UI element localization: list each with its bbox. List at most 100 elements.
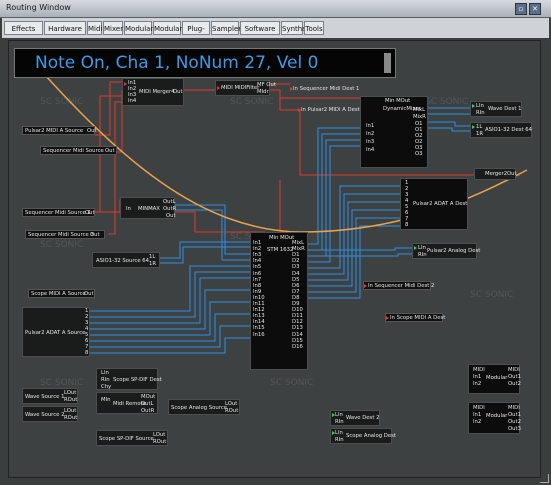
- port-lin[interactable]: LIn: [335, 412, 343, 418]
- asio-dest-64[interactable]: 1L 1R ASIO1-32 Dest 64: [470, 122, 532, 138]
- pulsar2-adat-a-source[interactable]: Pulsar2 ADAT A Source 1 2 3 4 5 6 7 8: [22, 307, 90, 357]
- port-lin[interactable]: LIn: [101, 370, 109, 376]
- stm-port-in12[interactable]: In12: [253, 307, 265, 313]
- port-midr[interactable]: MIdr: [257, 89, 269, 95]
- stm-port-d6[interactable]: D6: [292, 283, 299, 289]
- sequencer-midi-source-3[interactable]: Sequencer Midi Source 3 Out: [25, 230, 105, 239]
- modular-1[interactable]: MIDI In1 In2 Modular MIDI Out1 Out2: [468, 364, 521, 394]
- audio-cable[interactable]: [90, 265, 250, 312]
- midi-cable[interactable]: [279, 180, 292, 233]
- port-out[interactable]: Out: [507, 171, 517, 177]
- scope-spdif-source[interactable]: Scope SP-DIF Source LOut ROut: [96, 430, 168, 446]
- port-1r[interactable]: 1R: [149, 261, 156, 267]
- asio-source-64[interactable]: ASIO1-32 Source 64 1L 1R: [92, 252, 160, 268]
- stm-port-in16[interactable]: In16: [253, 332, 265, 338]
- stm-port-mixl[interactable]: MixL: [292, 240, 304, 246]
- port-rin[interactable]: RIn: [101, 377, 110, 383]
- port-1r[interactable]: 1R: [476, 131, 483, 137]
- stm-port-in7[interactable]: In7: [253, 277, 261, 283]
- stm-port-d1[interactable]: D1: [292, 252, 299, 258]
- port-out2[interactable]: Out2: [508, 419, 521, 425]
- port-rin[interactable]: RIn: [335, 419, 344, 425]
- port-rout[interactable]: ROut: [64, 397, 77, 403]
- stm-port-d4[interactable]: D4: [292, 271, 299, 277]
- wave-dest-1[interactable]: LIn RIn Wave Dest 1: [470, 101, 522, 117]
- port-rout[interactable]: ROut: [225, 408, 238, 414]
- port-8[interactable]: 8: [405, 222, 408, 228]
- scope-midi-a-source[interactable]: Scope MIDI A Source Out: [28, 289, 95, 298]
- sequencer-midi-dest-1[interactable]: In Sequencer Midi Dest 1: [290, 85, 359, 94]
- merger2[interactable]: Merger2 Out: [474, 168, 517, 180]
- port-rin[interactable]: RIn: [335, 437, 344, 443]
- port-1l[interactable]: 1L: [476, 124, 482, 130]
- audio-cable[interactable]: [160, 241, 250, 259]
- port-midi-out[interactable]: MIDI: [508, 367, 520, 373]
- stm-port-mixr[interactable]: MixR: [292, 246, 305, 252]
- stm-port-in10[interactable]: In10: [253, 295, 265, 301]
- port-out[interactable]: Out: [90, 232, 100, 238]
- port-mixr[interactable]: MixR: [413, 114, 426, 120]
- midi-remote[interactable]: MIn Midi Remote MOut OutL OutR: [96, 392, 158, 414]
- minmax[interactable]: In MINMAX OutL OutR Out: [120, 197, 176, 219]
- port-rin[interactable]: RIn: [476, 110, 485, 116]
- port-rout[interactable]: ROut: [153, 439, 166, 445]
- port-lin[interactable]: LIn: [335, 430, 343, 436]
- audio-cable[interactable]: [90, 271, 250, 318]
- port-out[interactable]: Out: [85, 210, 95, 216]
- wave-source-1[interactable]: Wave Source 1 LOut ROut: [22, 388, 78, 404]
- port-in2[interactable]: In2: [473, 381, 481, 387]
- stm-port-in11[interactable]: In11: [253, 301, 265, 307]
- stm-port-d12[interactable]: D12: [292, 319, 303, 325]
- port-outl[interactable]: OutL: [163, 199, 176, 205]
- port-lin[interactable]: LIn: [418, 245, 426, 251]
- port-out[interactable]: Out: [173, 89, 183, 95]
- port-lout[interactable]: LOut: [153, 432, 165, 438]
- port-in3[interactable]: In3: [366, 139, 374, 145]
- pulsar2-adat-a-dest[interactable]: 1 2 3 4 5 6 7 8 Pulsar2 ADAT A Dest: [400, 178, 468, 230]
- stm-port-d10[interactable]: D10: [292, 307, 303, 313]
- stm-port-d14[interactable]: D14: [292, 332, 303, 338]
- port-out3[interactable]: Out3: [508, 426, 521, 432]
- scope-spdif-dest[interactable]: LIn RIn Chy Scope SP-DIF Dest: [96, 368, 162, 390]
- port-out2[interactable]: Out2: [508, 381, 521, 387]
- port-out[interactable]: Out: [105, 148, 115, 154]
- midi-merger4[interactable]: In1 In2 In3 In4 MIDI Merger4 Out: [122, 78, 184, 106]
- port-out[interactable]: Out: [84, 291, 94, 297]
- port-in[interactable]: In: [126, 206, 131, 212]
- stm-port-in2[interactable]: In2: [253, 246, 261, 252]
- resize-grip-icon[interactable]: [540, 474, 549, 483]
- port-o3r[interactable]: O3: [415, 151, 423, 157]
- port-mixl[interactable]: MixL: [413, 107, 425, 113]
- scope-analog-source[interactable]: Scope Analog Source LOut ROut: [168, 399, 240, 415]
- stm-port-d13[interactable]: D13: [292, 325, 303, 331]
- pulsar2-analog-dest[interactable]: LIn RIn Pulsar2 Analog Dest: [412, 243, 480, 259]
- port-midi-in[interactable]: MIDI: [473, 405, 485, 411]
- port-out1[interactable]: Out1: [508, 412, 521, 418]
- pulsar2-midi-a-source[interactable]: Pulsar2 MIDI A Source Out: [22, 126, 97, 135]
- audio-cable[interactable]: [160, 246, 250, 264]
- audio-cable[interactable]: [428, 127, 470, 132]
- stm-port-d2[interactable]: D2: [292, 258, 299, 264]
- wave-source-2[interactable]: Wave Source 2 LOut ROut: [22, 406, 78, 422]
- stm-port-d3[interactable]: D3: [292, 264, 299, 270]
- port-rin[interactable]: RIn: [418, 252, 427, 258]
- audio-cable[interactable]: [90, 301, 250, 336]
- port-in1[interactable]: In1: [366, 123, 374, 129]
- port-lout[interactable]: LOut: [64, 390, 76, 396]
- stm-port-in14[interactable]: In14: [253, 319, 265, 325]
- audio-cable[interactable]: [90, 277, 250, 324]
- port-min[interactable]: MIn: [101, 397, 111, 403]
- stm-port-d11[interactable]: D11: [292, 313, 303, 319]
- port-chy[interactable]: Chy: [101, 384, 111, 390]
- stm-port-in6[interactable]: In6: [253, 271, 261, 277]
- port-in4[interactable]: In4: [128, 98, 136, 104]
- port-out[interactable]: Out: [87, 128, 97, 134]
- port-lout[interactable]: LOut: [225, 401, 237, 407]
- stm-port-d5[interactable]: D5: [292, 277, 299, 283]
- port-outr[interactable]: OutR: [163, 206, 176, 212]
- port-rout[interactable]: ROut: [64, 415, 77, 421]
- stm-port-d9[interactable]: D9: [292, 301, 299, 307]
- dynamic-mixer[interactable]: Min MOut DynamicMixer In1 In2 In3 In4 Mi…: [360, 96, 428, 168]
- monitor-scrollbar[interactable]: [384, 53, 391, 73]
- port-outl[interactable]: OutL: [141, 401, 154, 407]
